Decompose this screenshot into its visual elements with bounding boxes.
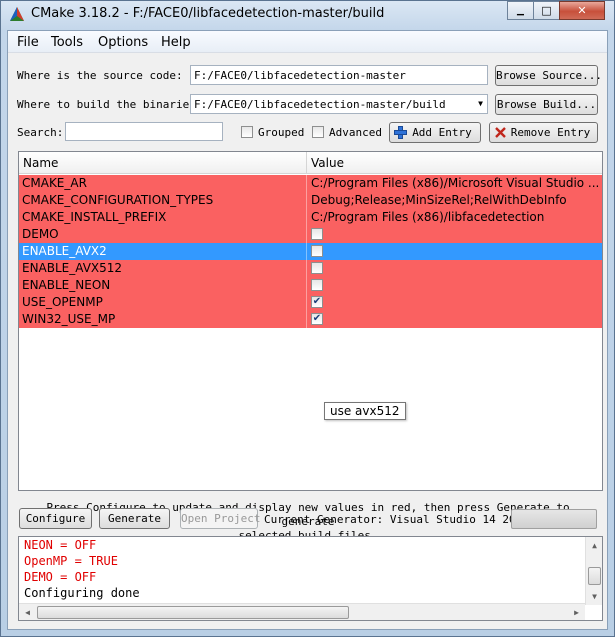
title-bar[interactable]: CMake 3.18.2 - F:/FACE0/libfacedetection… [1, 1, 614, 29]
cache-table[interactable]: Name Value CMAKE_AR C:/Program Files (x86… [18, 151, 603, 491]
table-row[interactable]: ENABLE_NEON [19, 277, 602, 294]
horizontal-scroll-thumb[interactable] [37, 606, 349, 619]
close-button[interactable]: ✕ [559, 1, 605, 20]
cell-divider [306, 277, 307, 294]
cell-divider [306, 209, 307, 226]
remove-entry-label: Remove Entry [510, 126, 591, 139]
row-value[interactable]: C:/Program Files (x86)/libfacedetection [311, 210, 601, 224]
maximize-icon: □ [541, 4, 552, 17]
row-name: ENABLE_NEON [22, 278, 111, 292]
menu-help[interactable]: Help [161, 35, 191, 50]
menu-bar: File Tools Options Help [8, 31, 607, 53]
menu-tools[interactable]: Tools [51, 35, 83, 50]
cell-divider [306, 243, 307, 260]
configure-button[interactable]: Configure [19, 508, 92, 529]
table-row[interactable]: CMAKE_CONFIGURATION_TYPES Debug;Release;M… [19, 192, 602, 209]
scroll-left-arrow-icon[interactable]: ◀ [19, 604, 36, 621]
output-line: OpenMP = TRUE [24, 554, 118, 568]
generate-button[interactable]: Generate [99, 508, 170, 529]
cmake-logo-icon [10, 7, 24, 21]
minimize-button[interactable]: ▁ [507, 1, 534, 20]
add-entry-label: Add Entry [412, 126, 472, 139]
grouped-checkbox[interactable] [241, 126, 253, 138]
row-name: CMAKE_AR [22, 176, 87, 190]
table-row[interactable]: CMAKE_AR C:/Program Files (x86)/Microsoft… [19, 175, 602, 192]
cell-divider [306, 311, 307, 328]
add-entry-button[interactable]: Add Entry [389, 122, 481, 143]
table-row[interactable]: ENABLE_AVX512 [19, 260, 602, 277]
cell-divider [306, 260, 307, 277]
build-label: Where to build the binaries: [17, 98, 203, 111]
output-log[interactable]: NEON = OFF OpenMP = TRUE DEMO = OFF Configu… [18, 536, 603, 621]
output-line: Configuring done [24, 586, 140, 600]
output-horizontal-scrollbar[interactable]: ◀ ▶ [19, 603, 585, 620]
progress-bar [511, 509, 597, 529]
row-name: WIN32_USE_MP [22, 312, 116, 326]
checked-checkbox[interactable]: ✔ [311, 313, 323, 325]
close-icon: ✕ [577, 4, 587, 17]
client-area: File Tools Options Help Where is the sou… [7, 30, 608, 630]
menu-options[interactable]: Options [98, 35, 148, 50]
unchecked-checkbox[interactable] [311, 262, 323, 274]
scroll-up-arrow-icon[interactable]: ▲ [586, 537, 603, 554]
cell-divider [306, 294, 307, 311]
cell-divider [306, 226, 307, 243]
search-input[interactable] [65, 122, 223, 141]
output-vertical-scrollbar[interactable]: ▲ ▼ [585, 537, 602, 605]
scroll-right-arrow-icon[interactable]: ▶ [568, 604, 585, 621]
build-path-combo[interactable]: F:/FACE0/libfacedetection-master/build ▼ [190, 94, 488, 114]
search-label: Search: [17, 126, 64, 139]
table-row[interactable]: DEMO [19, 226, 602, 243]
chevron-down-icon[interactable]: ▼ [478, 99, 483, 108]
grouped-label: Grouped [258, 126, 305, 139]
plus-icon [394, 126, 407, 139]
browse-build-button[interactable]: Browse Build... [495, 94, 598, 115]
header-name[interactable]: Name [23, 156, 58, 170]
row-name: ENABLE_AVX512 [22, 261, 123, 275]
table-row[interactable]: CMAKE_INSTALL_PREFIX C:/Program Files (x8… [19, 209, 602, 226]
vertical-scroll-thumb[interactable] [588, 567, 601, 585]
cell-divider [306, 192, 307, 209]
remove-entry-button[interactable]: Remove Entry [489, 122, 598, 143]
menu-file[interactable]: File [17, 35, 39, 50]
browse-source-button[interactable]: Browse Source... [495, 65, 602, 86]
output-line: DEMO = OFF [24, 570, 97, 584]
maximize-button[interactable]: □ [533, 1, 560, 20]
advanced-label: Advanced [329, 126, 382, 139]
unchecked-checkbox[interactable] [311, 228, 323, 240]
advanced-checkbox[interactable] [312, 126, 324, 138]
checked-checkbox[interactable]: ✔ [311, 296, 323, 308]
table-row[interactable]: USE_OPENMP ✔ [19, 294, 602, 311]
table-row[interactable]: WIN32_USE_MP ✔ [19, 311, 602, 328]
header-value[interactable]: Value [311, 156, 344, 170]
minimize-icon: ▁ [517, 5, 524, 16]
output-line: NEON = OFF [24, 538, 97, 552]
remove-x-icon [495, 127, 506, 138]
row-value[interactable]: Debug;Release;MinSizeRel;RelWithDebInfo [311, 193, 601, 207]
current-generator-label: Current Generator: Visual Studio 14 2015 [264, 513, 529, 526]
unchecked-checkbox[interactable] [311, 245, 323, 257]
source-label: Where is the source code: [17, 69, 183, 82]
row-name: CMAKE_CONFIGURATION_TYPES [22, 193, 214, 207]
table-header: Name Value [19, 152, 602, 174]
row-name: ENABLE_AVX2 [22, 244, 107, 258]
build-path-value: F:/FACE0/libfacedetection-master/build [194, 98, 446, 111]
table-row[interactable]: ENABLE_AVX2 [19, 243, 602, 260]
row-name: DEMO [22, 227, 59, 241]
open-project-button[interactable]: Open Project [180, 508, 260, 529]
cmake-window: CMake 3.18.2 - F:/FACE0/libfacedetection… [0, 0, 615, 637]
row-value[interactable]: C:/Program Files (x86)/Microsoft Visual … [311, 176, 601, 190]
row-name: USE_OPENMP [22, 295, 103, 309]
row-name: CMAKE_INSTALL_PREFIX [22, 210, 167, 224]
header-divider[interactable] [306, 152, 307, 174]
unchecked-checkbox[interactable] [311, 279, 323, 291]
window-title: CMake 3.18.2 - F:/FACE0/libfacedetection… [31, 6, 385, 21]
scroll-down-arrow-icon[interactable]: ▼ [586, 588, 603, 605]
cell-divider [306, 175, 307, 192]
tooltip: use avx512 [324, 402, 406, 420]
source-path-input[interactable]: F:/FACE0/libfacedetection-master [190, 65, 488, 85]
